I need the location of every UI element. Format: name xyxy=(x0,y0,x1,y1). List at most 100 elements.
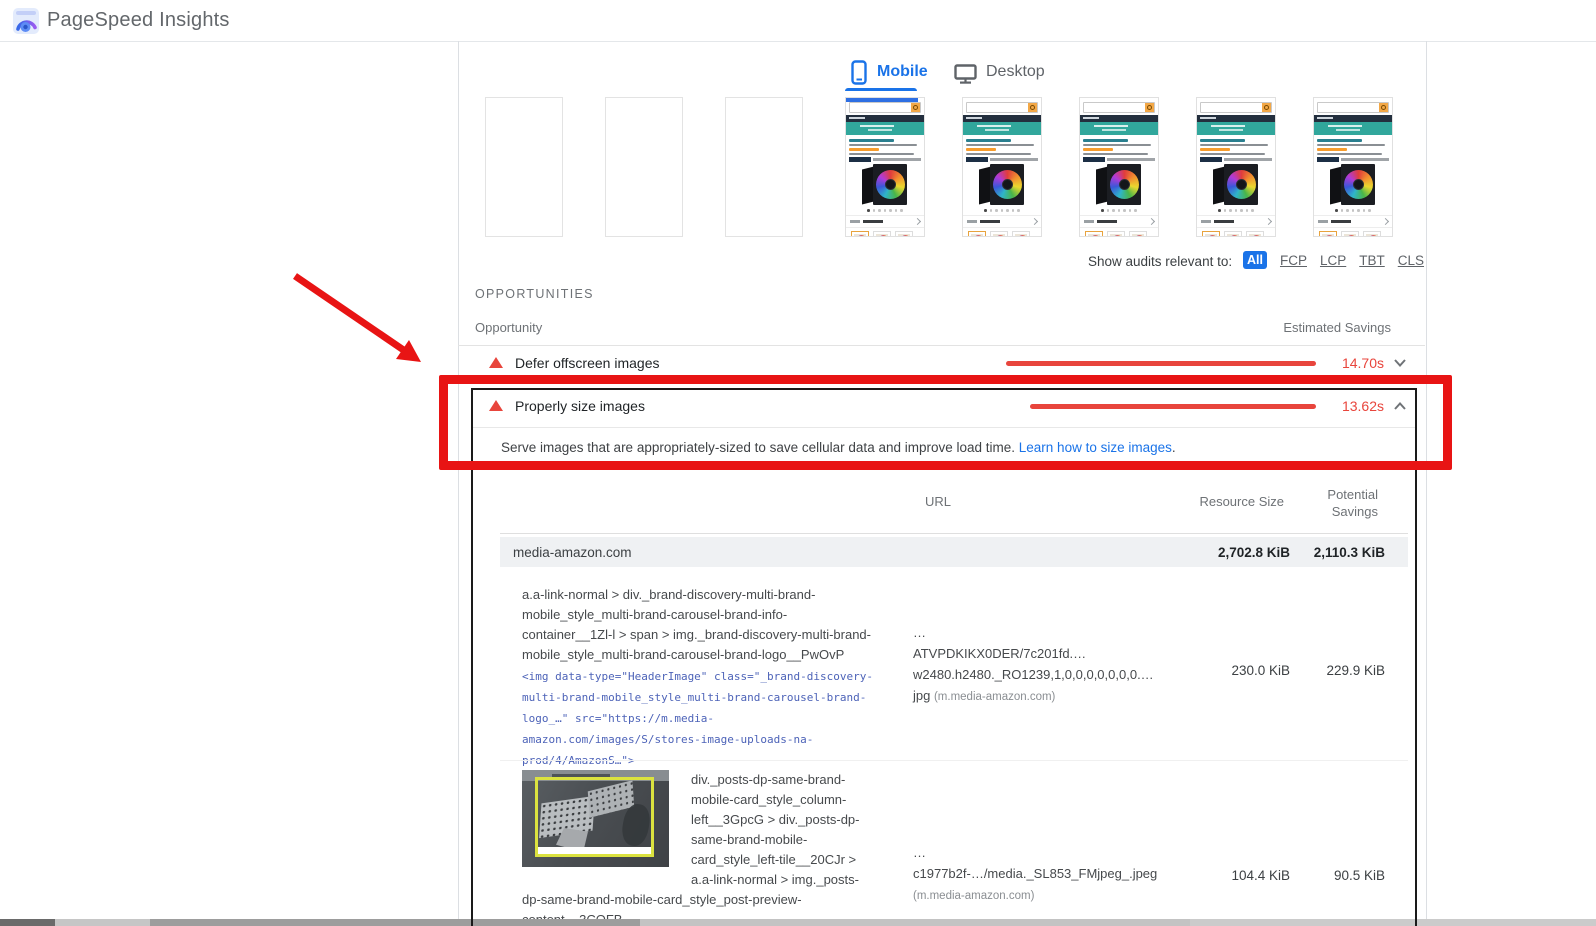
table-row: div._posts-dp-same-brand-mobile-card_sty… xyxy=(522,770,874,926)
desktop-icon xyxy=(954,64,978,84)
filmstrip-thumbnail xyxy=(1313,97,1393,237)
search-icon xyxy=(1379,103,1388,112)
rgb-fan-icon xyxy=(1369,235,1378,237)
mini-promo-banner xyxy=(1197,122,1275,135)
rgb-fan-icon xyxy=(1252,235,1261,237)
opportunities-header-rule xyxy=(458,345,1425,346)
search-icon xyxy=(1028,103,1037,112)
rgb-fan-icon xyxy=(1110,170,1139,199)
tab-mobile[interactable]: Mobile xyxy=(877,63,928,81)
mini-product-thumb xyxy=(1085,231,1103,237)
opportunity-column-header: Opportunity xyxy=(475,320,542,335)
element-thumbnail-image xyxy=(522,770,669,867)
filter-chip-all[interactable]: All xyxy=(1243,251,1267,269)
mini-nav-bar xyxy=(1314,115,1392,122)
mini-search-bar xyxy=(849,102,921,113)
deal-badge xyxy=(1200,157,1222,162)
mini-promo-banner xyxy=(1314,122,1392,135)
savings-value: 14.70s xyxy=(1320,355,1384,371)
filter-chip-tbt[interactable]: TBT xyxy=(1359,253,1385,268)
deal-badge xyxy=(1083,157,1105,162)
annotation-arrow xyxy=(283,264,443,379)
phone-icon xyxy=(851,60,868,86)
audit-filter-chips: All FCP LCP TBT CLS xyxy=(1243,251,1424,269)
rgb-fan-icon xyxy=(879,235,888,237)
filmstrip-empty-frame xyxy=(605,97,683,237)
potential-savings-value: 229.9 KiB xyxy=(1245,663,1385,678)
filter-chip-cls[interactable]: CLS xyxy=(1398,253,1424,268)
filmstrip-empty-frame xyxy=(485,97,563,237)
page-title: PageSpeed Insights xyxy=(47,9,230,32)
rgb-fan-icon xyxy=(993,170,1022,199)
chevron-icon xyxy=(1031,218,1038,225)
size-picker-row xyxy=(1197,215,1275,226)
resource-size-column-header: Resource Size xyxy=(1150,494,1284,509)
chevron-down-icon[interactable] xyxy=(1392,357,1408,369)
mini-product-thumb xyxy=(1246,231,1264,237)
mini-product-thumb xyxy=(851,231,869,237)
rgb-fan-icon xyxy=(901,235,910,237)
size-picker-row xyxy=(846,215,924,226)
search-icon xyxy=(1145,103,1154,112)
mini-product-thumb xyxy=(873,231,891,237)
carousel-dots xyxy=(963,209,1041,213)
star-rating-icon xyxy=(966,148,996,151)
mini-product-thumb xyxy=(1319,231,1337,237)
mini-promo-banner xyxy=(1080,122,1158,135)
filter-chip-lcp[interactable]: LCP xyxy=(1320,253,1346,268)
savings-bar xyxy=(1006,361,1316,366)
star-rating-icon xyxy=(1200,148,1230,151)
mini-search-bar xyxy=(966,102,1038,113)
url-text: c1977b2f-…/media._SL853_FMjpeg_.jpeg xyxy=(913,866,1157,881)
rgb-fan-icon xyxy=(1091,235,1100,237)
audit-filter-label: Show audits relevant to: xyxy=(1088,254,1232,269)
deal-badge xyxy=(849,157,871,162)
rgb-fan-icon xyxy=(876,170,905,199)
url-column-header: URL xyxy=(925,494,951,509)
element-highlight-box xyxy=(535,777,654,857)
mini-nav-bar xyxy=(846,115,924,122)
mini-promo-banner xyxy=(846,122,924,135)
mini-product-thumb xyxy=(1202,231,1220,237)
mini-product-thumb xyxy=(1363,231,1381,237)
rgb-fan-icon xyxy=(1325,235,1334,237)
chevron-icon xyxy=(914,218,921,225)
element-selector: a.a-link-normal > div._brand-discovery-m… xyxy=(522,585,874,665)
estimated-savings-column-header: Estimated Savings xyxy=(1221,320,1391,335)
filmstrip-thumbnail xyxy=(962,97,1042,237)
filmstrip-thumbnail xyxy=(1196,97,1276,237)
search-icon xyxy=(911,103,920,112)
product-image xyxy=(846,163,924,208)
filter-chip-fcp[interactable]: FCP xyxy=(1280,253,1307,268)
url-host: (m.media-amazon.com) xyxy=(934,691,1055,703)
star-rating-icon xyxy=(1083,148,1113,151)
potential-savings-column-header: Potential Savings xyxy=(1283,486,1378,520)
product-image xyxy=(1080,163,1158,208)
mini-product-thumb xyxy=(968,231,986,237)
mobile-tab-underline xyxy=(845,88,917,91)
rgb-fan-icon xyxy=(1344,170,1373,199)
chevron-icon xyxy=(1382,218,1389,225)
mini-nav-bar xyxy=(963,115,1041,122)
resource-url: … c1977b2f-…/media._SL853_FMjpeg_.jpeg (… xyxy=(913,842,1165,907)
warning-triangle-icon xyxy=(489,357,503,368)
star-rating-icon xyxy=(849,148,879,151)
table-row: a.a-link-normal > div._brand-discovery-m… xyxy=(522,585,874,771)
loading-progress-bar xyxy=(846,98,918,102)
product-image xyxy=(1314,163,1392,208)
app-header: PageSpeed Insights xyxy=(0,0,1596,42)
mini-product-thumb xyxy=(1224,231,1242,237)
url-ellipsis: … xyxy=(913,625,926,640)
opportunities-section-title: OPPORTUNITIES xyxy=(475,287,594,301)
chevron-icon xyxy=(1265,218,1272,225)
mini-product-thumb xyxy=(1341,231,1359,237)
taskbar-strip xyxy=(0,919,1596,926)
carousel-dots xyxy=(846,209,924,213)
rgb-fan-icon xyxy=(1227,170,1256,199)
filmstrip-thumbnail xyxy=(1079,97,1159,237)
mini-product-thumb xyxy=(1129,231,1147,237)
tab-desktop[interactable]: Desktop xyxy=(986,63,1045,81)
mini-nav-bar xyxy=(1197,115,1275,122)
mini-search-bar xyxy=(1083,102,1155,113)
pagespeed-insights-page: PageSpeed Insights Mobile Desktop xyxy=(0,0,1596,926)
